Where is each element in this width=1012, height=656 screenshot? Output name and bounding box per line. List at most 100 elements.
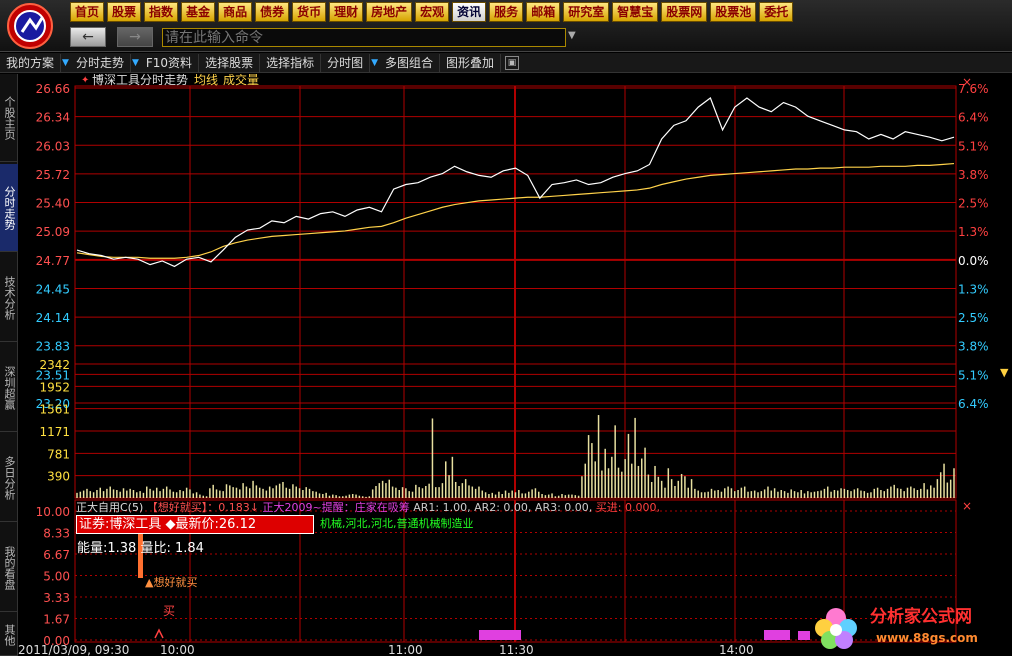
volume-tick-label: 1171 — [39, 425, 70, 439]
pct-tick-label: 3.8% — [958, 168, 989, 182]
price-tick-label: 26.03 — [36, 139, 70, 153]
price-tick-label: 23.83 — [36, 340, 70, 354]
buy-signal-label: ▲想好就买 — [145, 576, 198, 589]
indicator-tick-label: 3.33 — [43, 591, 70, 605]
toolbar-dropdown-icon[interactable]: ▼ — [131, 58, 140, 68]
menu-button-8[interactable]: 房地产 — [366, 2, 413, 22]
forward-button[interactable]: → — [117, 27, 153, 47]
lock-icon[interactable]: ▣ — [505, 55, 520, 70]
intraday-chart: 26.66 26.34 26.03 25.72 25.40 25.09 24.77 24.45… — [18, 74, 1009, 656]
watermark: 分析家公式网 www.88gs.com — [815, 606, 978, 649]
side-tab-3[interactable]: 深圳超赢 — [0, 344, 18, 432]
header-marker-icon: ✦ — [81, 75, 89, 86]
indicator-tick-label: 1.67 — [43, 613, 70, 627]
pct-tick-label: 5.1% — [958, 139, 989, 153]
volume-tick-label: 2342 — [39, 358, 70, 372]
pct-tick-label: 2.5% — [958, 311, 989, 325]
price-tick-label: 24.14 — [36, 311, 70, 325]
toolbar-item-0[interactable]: 我的方案 — [0, 53, 62, 72]
stock-price-box: 证券:博深工具 ◆最新价:26.12 — [76, 515, 314, 534]
back-button[interactable]: ← — [70, 27, 106, 47]
side-tab-2[interactable]: 技术分析 — [0, 254, 18, 342]
indicator-title: 正大自用C(5) 【想好就买】：0.183↓ 正大2009~提醒：庄家在吸筹 A… — [76, 499, 660, 515]
buy-arrow-icon — [154, 628, 164, 639]
toolbar: 我的方案 ▼ 分时走势 ▼ F10资料 选择股票 选择指标 分时图 ▼ 多图组合 图形叠加 ▣ — [0, 53, 1012, 73]
side-tab-5[interactable]: 我的看盘 — [0, 524, 18, 612]
volume-tick-label: 1952 — [39, 380, 70, 394]
menu-button-13[interactable]: 研究室 — [563, 2, 610, 22]
menu-button-2[interactable]: 指数 — [144, 2, 179, 22]
flower-logo-icon — [815, 608, 857, 649]
menu-button-3[interactable]: 基金 — [181, 2, 216, 22]
menu-button-9[interactable]: 宏观 — [415, 2, 450, 22]
top-bar: 首页 股票 指数 基金 商品 债券 货币 理财 房地产 宏观 资讯 服务 邮箱 研究室 智慧宝 股票网 股票池委… — [0, 0, 1012, 52]
pct-tick-label: 6.4% — [958, 111, 989, 125]
menu-button-11[interactable]: 服务 — [489, 2, 524, 22]
price-tick-label: 26.34 — [36, 111, 70, 125]
price-tick-label: 24.45 — [36, 282, 70, 296]
price-tick-label: 24.77 — [36, 254, 70, 268]
toolbar-item-4[interactable]: 选择指标 — [260, 53, 322, 72]
price-tick-label: 25.09 — [36, 225, 70, 239]
toolbar-item-5[interactable]: 分时图 — [321, 53, 371, 72]
menu-button-6[interactable]: 货币 — [292, 2, 327, 22]
side-tabs: 个股主页分时走势技术分析深圳超赢多日分析我的看盘其他 — [0, 74, 18, 656]
side-tab-0[interactable]: 个股主页 — [0, 74, 18, 162]
toolbar-dropdown-icon[interactable]: ▼ — [370, 58, 379, 68]
pct-tick-label: 6.4% — [958, 397, 989, 411]
menu-button-1[interactable]: 股票 — [107, 2, 142, 22]
time-tick-label: 14:00 — [719, 643, 754, 656]
time-tick-label: 11:30 — [499, 643, 534, 656]
pct-tick-label: 5.1% — [958, 368, 989, 382]
toolbar-item-3[interactable]: 选择股票 — [199, 53, 261, 72]
chart-title: 博深工具分时走势 — [92, 74, 188, 87]
indicator-buy-in: 买进: 0.000, — [595, 501, 660, 514]
menu-button-4[interactable]: 商品 — [218, 2, 253, 22]
indicator-ar3: AR3: 0.00, — [534, 501, 593, 514]
toolbar-item-7[interactable]: 图形叠加 — [440, 53, 502, 72]
side-tab-4[interactable]: 多日分析 — [0, 434, 18, 522]
scroll-indicator-icon: ▼ — [1000, 366, 1009, 379]
command-input[interactable] — [162, 28, 566, 47]
pct-tick-label: 1.3% — [958, 282, 989, 296]
toolbar-item-2[interactable]: F10资料 — [140, 53, 200, 72]
menu-button-15[interactable]: 股票网 — [661, 2, 708, 22]
volume-tick-label: 781 — [47, 447, 70, 461]
time-tick-label: 2011/03/09, 09:30 — [18, 643, 129, 656]
volume-label: 成交量 — [223, 74, 259, 87]
menu-button-7[interactable]: 理财 — [329, 2, 364, 22]
magenta-band — [764, 630, 790, 640]
time-tick-label: 11:00 — [388, 643, 423, 656]
pct-tick-label: 3.8% — [958, 340, 989, 354]
magenta-band — [479, 630, 521, 640]
indicator-name: 正大自用C(5) — [76, 501, 144, 514]
menu-button-16[interactable]: 股票池 — [710, 2, 757, 22]
side-tab-6[interactable]: 其他 — [0, 614, 18, 656]
menu-button-5[interactable]: 债券 — [255, 2, 290, 22]
avg-line-label: 均线 — [194, 74, 218, 87]
close-chart-icon: × — [962, 75, 972, 89]
buy-mark: 买 — [163, 604, 176, 618]
side-tab-1[interactable]: 分时走势 — [0, 164, 18, 252]
command-dropdown-icon[interactable]: ▼ — [568, 30, 576, 41]
indicator-ar2: AR2: 0.00, — [474, 501, 532, 514]
energy-readout: 能量:1.38 量比: 1.84 — [77, 541, 204, 556]
menu-button-12[interactable]: 邮箱 — [526, 2, 561, 22]
time-tick-label: 10:00 — [160, 643, 195, 656]
toolbar-item-1[interactable]: 分时走势 — [70, 53, 131, 72]
pct-tick-label: 0.0% — [958, 254, 989, 268]
menu-button-14[interactable]: 智慧宝 — [612, 2, 659, 22]
price-tick-label: 25.72 — [36, 168, 70, 182]
volume-tick-label: 390 — [47, 470, 70, 484]
menu-button-0[interactable]: 首页 — [70, 2, 105, 22]
toolbar-dropdown-icon[interactable]: ▼ — [61, 58, 70, 68]
indicator-tick-label: 10.00 — [36, 505, 70, 519]
menu-button-10[interactable]: 资讯 — [452, 2, 487, 22]
price-tick-label: 26.66 — [36, 82, 70, 96]
indicator-ar1: AR1: 1.00, — [413, 501, 471, 514]
menu-button-17[interactable]: 委托 — [759, 2, 794, 22]
volume-tick-label: 1561 — [39, 403, 70, 417]
app-logo-icon — [7, 3, 53, 49]
indicator-signal: 【想好就买】：0.183↓ — [146, 501, 259, 514]
toolbar-item-6[interactable]: 多图组合 — [379, 53, 441, 72]
